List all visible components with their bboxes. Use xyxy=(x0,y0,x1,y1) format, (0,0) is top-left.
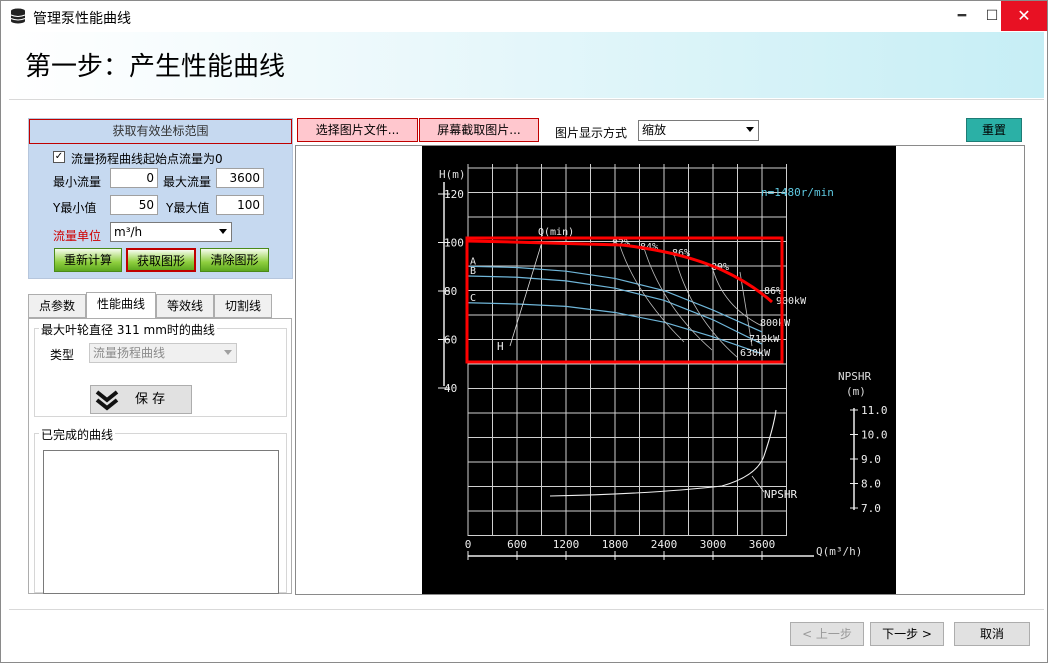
y-tick-labels: 120 100 80 60 40 xyxy=(438,188,464,395)
zero-flow-label: 流量扬程曲线起始点流量为0 xyxy=(71,152,223,166)
y-tick-label: 60 xyxy=(444,334,457,347)
y-min-input[interactable]: 50 xyxy=(110,195,158,215)
x-tick-label: 3000 xyxy=(700,538,727,551)
y-max-label: Y最大值 xyxy=(166,201,210,215)
npshr-tick-label: 8.0 xyxy=(861,478,881,491)
double-chevron-down-icon xyxy=(95,390,119,411)
close-button[interactable]: ✕ xyxy=(1001,1,1047,31)
curve-type-select[interactable]: 流量扬程曲线 xyxy=(89,343,237,363)
display-mode-value: 缩放 xyxy=(642,123,667,137)
screen-capture-button[interactable]: 屏幕截取图片... xyxy=(419,118,539,142)
h-leader-line xyxy=(509,241,543,347)
completed-curves-title: 已完成的曲线 xyxy=(39,426,116,443)
npshr-curve-name: NPSHR xyxy=(764,488,797,501)
npshr-axis-unit: (m) xyxy=(846,385,866,398)
completed-curves-group: 已完成的曲线 xyxy=(34,426,287,594)
coord-range-heading: 获取有效坐标范围 xyxy=(29,119,292,144)
speed-note: n=1480r/min xyxy=(761,186,834,199)
window-title: 管理泵性能曲线 xyxy=(33,11,131,27)
curve-group: 最大叶轮直径 311 mm时的曲线 类型 流量扬程曲线 保 存 xyxy=(34,321,287,417)
zero-flow-checkbox[interactable]: ✓ xyxy=(53,151,65,163)
chevron-down-icon xyxy=(224,350,232,355)
y-tick-label: 100 xyxy=(444,237,464,250)
tab-trim-lines[interactable]: 切割线 xyxy=(214,294,272,318)
x-tick-label: 0 xyxy=(465,538,472,551)
database-icon xyxy=(10,8,26,24)
coord-range-panel: 获取有效坐标范围 ✓ 流量扬程曲线起始点流量为0 最小流量 0 最大流量 360… xyxy=(28,118,293,279)
save-button-label: 保 存 xyxy=(135,392,166,407)
header-divider xyxy=(9,99,1044,100)
recalculate-button[interactable]: 重新计算 xyxy=(54,248,122,272)
page-title: 第一步：产生性能曲线 xyxy=(25,52,286,82)
npshr-curve: NPSHR xyxy=(549,409,797,501)
reset-button[interactable]: 重置 xyxy=(966,118,1022,142)
traced-head-curve xyxy=(466,239,774,304)
y-axis-label: H(m) xyxy=(439,168,466,181)
max-flow-input[interactable]: 3600 xyxy=(216,168,264,188)
y-max-input[interactable]: 100 xyxy=(216,195,264,215)
y-tick-label: 80 xyxy=(444,285,457,298)
display-mode-select[interactable]: 缩放 xyxy=(638,120,759,141)
x-tick-label: 1200 xyxy=(553,538,580,551)
power-label: 710kW xyxy=(749,334,780,345)
save-button[interactable]: 保 存 xyxy=(90,385,192,414)
curve-group-title: 最大叶轮直径 311 mm时的曲线 xyxy=(39,321,217,338)
npshr-tick-labels: 11.0 10.0 9.0 8.0 7.0 xyxy=(850,404,888,515)
minimize-button[interactable]: ━ xyxy=(947,1,977,31)
x-axis-label: Q(m³/h) xyxy=(816,545,862,558)
title-bar: 管理泵性能曲线 ━ ☐ ✕ xyxy=(1,1,1047,31)
flow-unit-value: m³/h xyxy=(114,225,143,239)
select-image-file-button[interactable]: 选择图片文件... xyxy=(297,118,418,142)
type-label: 类型 xyxy=(50,348,75,362)
performance-curve-tabpage: 最大叶轮直径 311 mm时的曲线 类型 流量扬程曲线 保 存 已完成的曲线 xyxy=(28,318,292,594)
x-tick-label: 600 xyxy=(507,538,527,551)
tab-point-params[interactable]: 点参数 xyxy=(28,294,86,318)
min-flow-label: 最小流量 xyxy=(53,175,102,189)
completed-curves-list[interactable] xyxy=(43,450,279,594)
pump-curve-chart: H(m) Q(m³/h) n=1480r/min NPSHR (m) 0 600 1… xyxy=(438,164,888,560)
max-flow-label: 最大流量 xyxy=(163,175,212,189)
power-label: 630kW xyxy=(740,348,771,359)
head-curve-name: H xyxy=(497,340,504,353)
npshr-tick-label: 7.0 xyxy=(861,502,881,515)
display-mode-label: 图片显示方式 xyxy=(555,126,628,140)
selection-box xyxy=(465,236,784,364)
y-tick-label: 120 xyxy=(444,188,464,201)
npshr-tick-label: 9.0 xyxy=(861,453,881,466)
npshr-axis-label: NPSHR xyxy=(838,370,871,383)
power-label: 800kW xyxy=(760,318,791,329)
head-curve-label: B xyxy=(470,266,476,277)
flow-unit-label: 流量单位 xyxy=(53,229,102,243)
flow-unit-select[interactable]: m³/h xyxy=(110,222,232,242)
wizard-header: 第一步：产生性能曲线 xyxy=(9,32,1044,98)
x-tick-label: 1800 xyxy=(602,538,629,551)
head-curve-label: C xyxy=(470,293,476,304)
curve-type-value: 流量扬程曲线 xyxy=(93,346,166,360)
npshr-tick-label: 10.0 xyxy=(861,429,888,442)
footer-divider xyxy=(9,609,1044,610)
x-tick-label: 3600 xyxy=(749,538,776,551)
efficiency-line xyxy=(619,245,685,343)
chevron-down-icon xyxy=(746,127,754,132)
clear-shape-button[interactable]: 清除图形 xyxy=(200,248,269,272)
npshr-line xyxy=(549,409,777,497)
cancel-button[interactable]: 取消 xyxy=(954,622,1030,646)
get-shape-button[interactable]: 获取图形 xyxy=(126,248,196,272)
tab-equivalent-lines[interactable]: 等效线 xyxy=(156,294,214,318)
previous-step-button[interactable]: < 上一步 xyxy=(790,622,864,646)
selection-overlay xyxy=(465,236,784,364)
main-window: 管理泵性能曲线 ━ ☐ ✕ 第一步：产生性能曲线 获取有效坐标范围 ✓ 流量扬程… xyxy=(0,0,1048,663)
y-tick-label: 40 xyxy=(444,382,457,395)
min-flow-input[interactable]: 0 xyxy=(110,168,158,188)
npshr-tick-label: 11.0 xyxy=(861,404,888,417)
pump-curve-image[interactable]: H(m) Q(m³/h) n=1480r/min NPSHR (m) 0 600 1… xyxy=(422,146,896,594)
y-min-label: Y最小值 xyxy=(53,201,97,215)
next-step-button[interactable]: 下一步 > xyxy=(870,622,944,646)
q-min-label: Q(min) xyxy=(538,227,574,238)
efficiency-contours: 82% 84%86%89%86%900kW800kW710kW630kW xyxy=(612,238,807,359)
chevron-down-icon xyxy=(219,229,227,234)
x-tick-label: 2400 xyxy=(651,538,678,551)
tab-performance-curve[interactable]: 性能曲线 xyxy=(86,292,156,319)
